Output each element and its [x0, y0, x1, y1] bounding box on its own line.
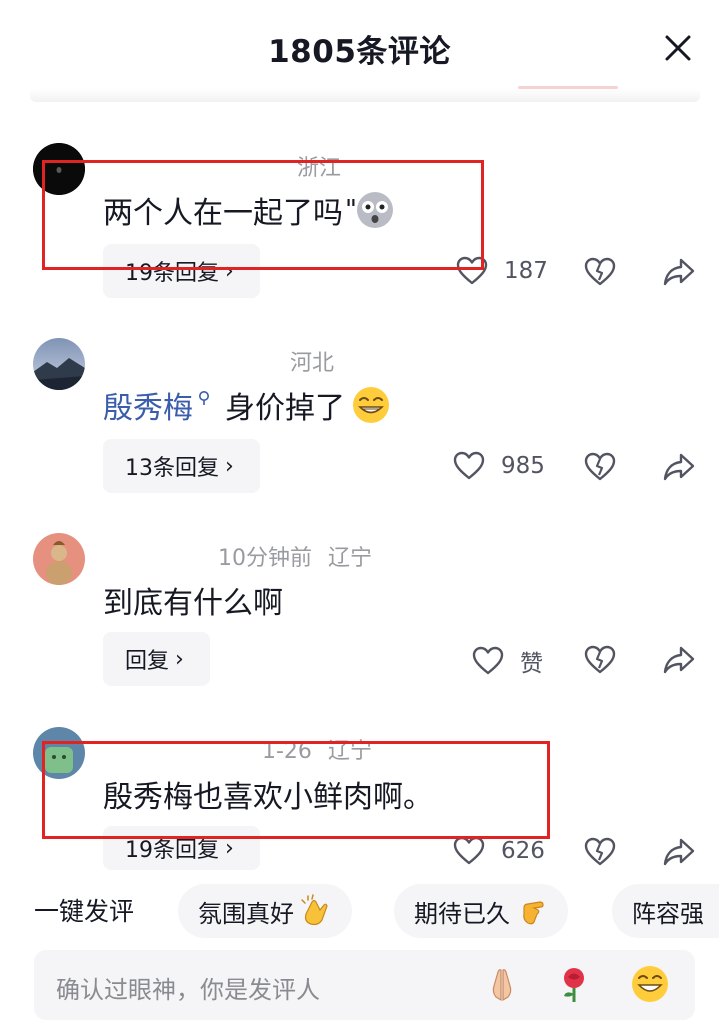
praying-hands-icon[interactable]: [482, 964, 522, 1004]
heart-icon: [453, 451, 485, 480]
like-button[interactable]: 187: [456, 256, 548, 286]
header-accent-line: [518, 86, 618, 89]
mention-link[interactable]: 殷秀梅: [103, 383, 193, 427]
reply-button[interactable]: 回复 ›: [103, 632, 210, 686]
quick-comment-bar: 一键发评 氛围真好 期待已久 阵容强: [0, 882, 719, 940]
share-icon[interactable]: [662, 451, 696, 483]
broken-heart-icon[interactable]: [584, 644, 616, 676]
heart-icon: [453, 836, 485, 865]
comment-text: 殷秀梅 身价掉了: [103, 383, 391, 427]
grin-face-icon[interactable]: [630, 964, 670, 1004]
heart-icon: [456, 256, 488, 285]
comment-text: 两个人在一起了吗 ": [103, 188, 395, 232]
comment-meta: 河北: [290, 345, 334, 377]
avatar-image: [33, 338, 85, 390]
comment-text: 到底有什么啊: [103, 578, 283, 622]
comment-location: 辽宁: [327, 739, 372, 764]
replies-label: 19条回复: [125, 838, 219, 863]
comments-header: 1805条评论: [0, 0, 719, 102]
quick-comment-chip[interactable]: 氛围真好: [178, 884, 352, 938]
shocked-emoji-icon: [356, 192, 393, 228]
comment-body: 到底有什么啊: [103, 586, 283, 621]
chip-text: 阵容强: [632, 899, 704, 928]
close-icon[interactable]: [660, 30, 696, 66]
chevron-right-icon: ›: [225, 835, 234, 861]
comment-time: 1-26: [262, 739, 312, 764]
view-replies-button[interactable]: 19条回复 ›: [103, 244, 260, 298]
comment-meta: 1-26 辽宁: [262, 733, 372, 765]
avatar[interactable]: [33, 338, 85, 390]
avatar-image: [33, 143, 85, 195]
replies-label: 13条回复: [125, 456, 219, 481]
pointing-hand-icon: [523, 901, 544, 925]
comment-input[interactable]: 确认过眼神，你是发评人: [56, 970, 320, 1005]
quick-comment-chip[interactable]: 期待已久: [394, 884, 568, 938]
chip-text: 氛围真好: [198, 899, 294, 928]
chevron-right-icon: ›: [225, 258, 234, 284]
broken-heart-icon[interactable]: [584, 256, 616, 288]
chip-text: 期待已久: [414, 899, 510, 928]
like-count: 187: [504, 258, 548, 284]
header-divider: [30, 88, 700, 102]
like-count: 赞: [520, 651, 543, 677]
avatar[interactable]: [33, 143, 85, 195]
comment-location: 辽宁: [328, 546, 373, 571]
comment-location: 浙江: [297, 156, 342, 181]
grin-emoji-icon: [353, 387, 389, 423]
chevron-right-icon: ›: [225, 453, 234, 479]
comment-body: 殷秀梅也喜欢小鲜肉啊。: [103, 780, 433, 815]
quick-comment-chip[interactable]: 阵容强: [612, 884, 719, 938]
quick-comment-label: 一键发评: [34, 897, 135, 926]
like-button[interactable]: 626: [453, 836, 545, 866]
share-icon[interactable]: [662, 644, 696, 676]
like-count: 626: [501, 838, 545, 864]
like-button[interactable]: 赞: [472, 644, 543, 678]
view-replies-button[interactable]: 19条回复 ›: [103, 826, 260, 870]
share-icon[interactable]: [662, 256, 696, 288]
like-button[interactable]: 985: [453, 451, 545, 481]
clapping-hands-icon: [301, 894, 328, 926]
comment-text: 殷秀梅也喜欢小鲜肉啊。: [103, 772, 433, 816]
avatar-image: [33, 533, 85, 585]
comment-body: 身价掉了: [225, 391, 345, 426]
avatar-image: [33, 727, 85, 779]
avatar[interactable]: [33, 533, 85, 585]
share-icon[interactable]: [662, 836, 696, 868]
comment-meta: 10分钟前 辽宁: [218, 540, 372, 572]
comment-input-bar[interactable]: 确认过眼神，你是发评人: [34, 950, 695, 1020]
avatar[interactable]: [33, 727, 85, 779]
heart-icon: [472, 646, 504, 675]
comments-count-title: 1805条评论: [268, 34, 451, 70]
replies-label: 19条回复: [125, 261, 219, 286]
mention-search-icon: [199, 391, 209, 405]
chevron-right-icon: ›: [175, 646, 184, 672]
like-count: 985: [501, 453, 545, 479]
comment-time: 10分钟前: [218, 546, 312, 571]
rose-icon[interactable]: [554, 964, 594, 1004]
broken-heart-icon[interactable]: [584, 836, 616, 868]
comment-meta: 浙江: [297, 150, 341, 182]
view-replies-button[interactable]: 13条回复 ›: [103, 439, 260, 493]
broken-heart-icon[interactable]: [584, 451, 616, 483]
replies-label: 回复: [125, 649, 170, 674]
comment-body: 两个人在一起了吗: [103, 196, 343, 231]
comment-location: 河北: [290, 351, 335, 376]
